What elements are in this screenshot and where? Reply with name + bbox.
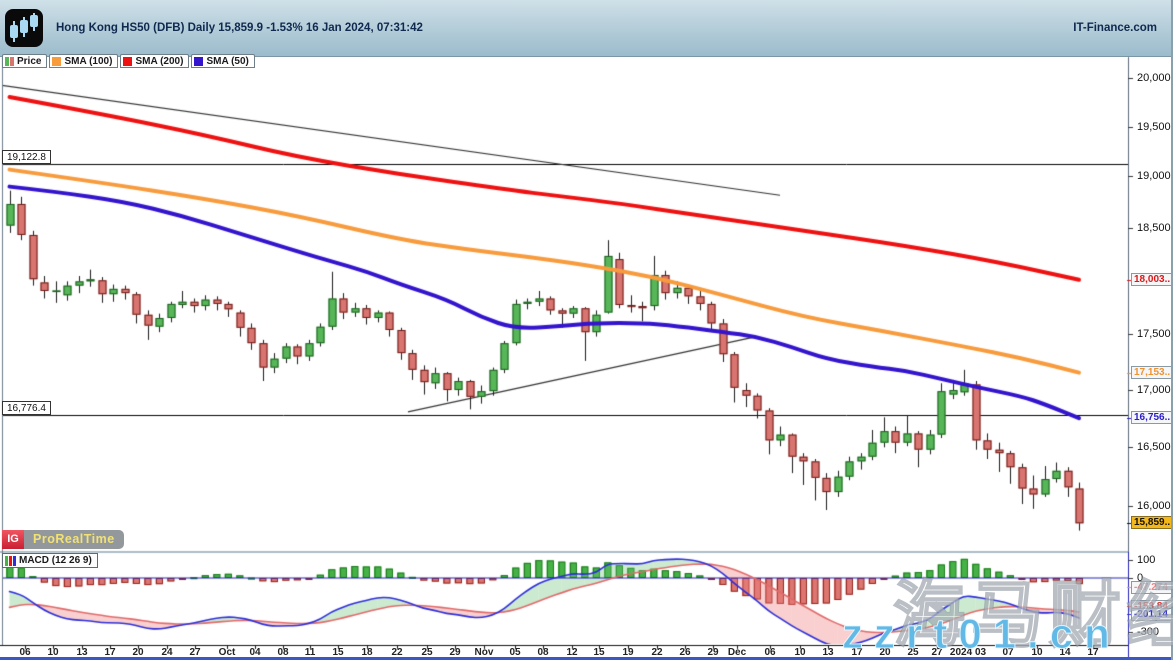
legend-item-price[interactable]: Price bbox=[2, 54, 47, 68]
ig-logo: IG bbox=[2, 530, 24, 549]
chart-window: Hong Kong HS50 (DFB) Daily 15,859.9 -1.5… bbox=[0, 0, 1173, 660]
price-tick-label: 16,000 bbox=[1137, 500, 1171, 512]
legend-item-sma50[interactable]: SMA (50) bbox=[191, 54, 254, 68]
sma50-swatch-icon bbox=[194, 57, 203, 66]
overlay-legend: Price SMA (100) SMA (200) SMA (50) bbox=[2, 54, 255, 68]
legend-item-sma100[interactable]: SMA (100) bbox=[49, 54, 118, 68]
hline-label[interactable]: 19,122.8 bbox=[2, 150, 51, 164]
url-watermark: zzrt01.cn bbox=[842, 610, 1121, 658]
price-tick-label: 17,500 bbox=[1137, 328, 1171, 340]
sma100-swatch-icon bbox=[52, 57, 61, 66]
price-tick-label: 18,500 bbox=[1137, 222, 1171, 234]
price-tick-label: 16,500 bbox=[1137, 441, 1171, 453]
prorealtime-logo[interactable]: IG ProRealTime bbox=[2, 530, 124, 549]
prorealtime-label: ProRealTime bbox=[24, 530, 124, 549]
price-badge: 17,153.. bbox=[1131, 366, 1172, 379]
macd-indicator-legend[interactable]: MACD (12 26 9) bbox=[2, 553, 98, 568]
price-tick-label: 20,000 bbox=[1137, 72, 1171, 84]
price-tick-label: 17,000 bbox=[1137, 384, 1171, 396]
price-tick-label: 19,000 bbox=[1137, 170, 1171, 182]
legend-item-sma200[interactable]: SMA (200) bbox=[120, 54, 189, 68]
sma200-swatch-icon bbox=[123, 57, 132, 66]
price-tick-label: 19,500 bbox=[1137, 121, 1171, 133]
price-badge: 18,003.. bbox=[1131, 273, 1172, 286]
price-badge: 16,756.. bbox=[1131, 411, 1172, 424]
price-swatch-icon bbox=[5, 57, 14, 66]
hline-label[interactable]: 16,776.4 bbox=[2, 401, 51, 415]
macd-icon bbox=[5, 556, 16, 566]
price-badge: 15,859.. bbox=[1131, 516, 1172, 529]
